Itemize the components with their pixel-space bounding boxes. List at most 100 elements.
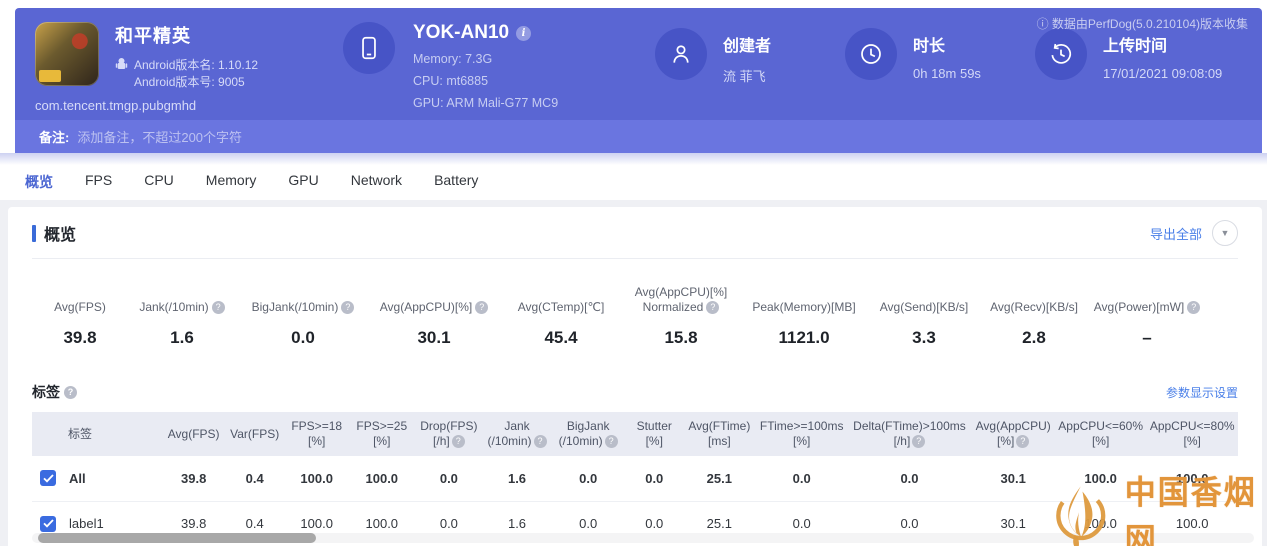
- table-row-all: All 39.8 0.4 100.0 100.0 0.0 1.6 0.0 0.0…: [32, 456, 1238, 501]
- person-icon: [655, 28, 707, 80]
- device-cpu: CPU: mt6885: [413, 74, 558, 88]
- metric-value: 15.8: [622, 328, 740, 348]
- row-checkbox[interactable]: [40, 470, 56, 486]
- upload-time-value: 17/01/2021 09:08:09: [1103, 66, 1222, 81]
- help-icon[interactable]: ?: [534, 435, 547, 448]
- phone-icon: [343, 22, 395, 74]
- clock-icon: [845, 28, 897, 80]
- tab-fps[interactable]: FPS: [85, 168, 112, 196]
- col-var-fps: Var(FPS): [225, 412, 284, 456]
- collect-note: ⓘ 数据由PerfDog(5.0.210104)版本收集: [1037, 15, 1248, 32]
- labels-table: 标签 Avg(FPS) Var(FPS) FPS>=18[%] FPS>=25[…: [32, 412, 1238, 546]
- help-icon[interactable]: ?: [64, 386, 77, 399]
- metric-avg-ctemp: Avg(CTemp)[℃] 45.4: [500, 285, 622, 348]
- help-icon[interactable]: ?: [475, 301, 488, 314]
- metric-value: 3.3: [868, 328, 980, 348]
- col-appcpu-le60: AppCPU<=60%[%]: [1055, 412, 1147, 456]
- android-icon: [115, 57, 128, 91]
- upload-time-info: 上传时间 17/01/2021 09:08:09: [1035, 28, 1267, 81]
- metric-avg-send: Avg(Send)[KB/s] 3.3: [868, 285, 980, 348]
- help-icon[interactable]: ?: [706, 301, 719, 314]
- metric-value: 30.1: [368, 328, 500, 348]
- table-header-row: 标签 Avg(FPS) Var(FPS) FPS>=18[%] FPS>=25[…: [32, 412, 1238, 456]
- metric-avg-appcpu: Avg(AppCPU)[%]? 30.1: [368, 285, 500, 348]
- android-version-name: Android版本名: 1.10.12: [134, 57, 258, 74]
- android-version-code: Android版本号: 9005: [134, 74, 258, 91]
- row-label: label1: [69, 516, 104, 531]
- help-icon[interactable]: ?: [912, 435, 925, 448]
- tab-battery[interactable]: Battery: [434, 168, 478, 196]
- tab-overview[interactable]: 概览: [25, 168, 53, 196]
- app-icon: [35, 22, 99, 86]
- row-checkbox[interactable]: [40, 516, 56, 532]
- metric-value: 1121.0: [740, 328, 868, 348]
- help-icon[interactable]: ?: [1016, 435, 1029, 448]
- app-info: 和平精英 Android版本名: 1.10.12 Android版本号: 900…: [35, 22, 325, 113]
- col-avg-appcpu: Avg(AppCPU)[%]?: [972, 412, 1055, 456]
- parameter-display-settings-link[interactable]: 参数显示设置: [1166, 384, 1238, 401]
- metric-bigjank: BigJank(/10min)? 0.0: [238, 285, 368, 348]
- remark-label: 备注:: [39, 127, 69, 146]
- device-model: YOK-AN10: [413, 22, 509, 44]
- tab-gpu[interactable]: GPU: [288, 168, 318, 196]
- help-icon[interactable]: ?: [1187, 301, 1200, 314]
- horizontal-scrollbar-track[interactable]: [32, 533, 1254, 543]
- tab-network[interactable]: Network: [351, 168, 402, 196]
- creator-value: 流 菲飞: [723, 66, 771, 85]
- metric-value: –: [1088, 328, 1206, 348]
- overview-section-title: 概览: [32, 221, 76, 245]
- overview-metrics: Avg(FPS) 39.8 Jank(/10min)? 1.6 BigJank(…: [32, 285, 1238, 348]
- metric-value: 39.8: [34, 328, 126, 348]
- col-delta-ftime: Delta(FTime)>100ms[/h]?: [847, 412, 971, 456]
- duration-label: 时长: [913, 32, 981, 56]
- metric-avg-fps: Avg(FPS) 39.8: [34, 285, 126, 348]
- remark-input[interactable]: 备注: 添加备注，不超过200个字符: [15, 120, 1262, 153]
- creator-info: 创建者 流 菲飞: [655, 28, 845, 85]
- help-icon[interactable]: ?: [452, 435, 465, 448]
- metric-peak-memory: Peak(Memory)[MB] 1121.0: [740, 285, 868, 348]
- col-appcpu-le80: AppCPU<=80%[%]: [1146, 412, 1238, 456]
- col-fps-ge18: FPS>=18[%]: [284, 412, 349, 456]
- info-circle-icon: ⓘ: [1037, 17, 1052, 31]
- metric-value: 0.0: [238, 328, 368, 348]
- metric-value: 2.8: [980, 328, 1088, 348]
- device-info-icon[interactable]: i: [516, 26, 531, 41]
- help-icon[interactable]: ?: [212, 301, 225, 314]
- col-avg-ftime: Avg(FTime)[ms]: [683, 412, 756, 456]
- report-tabs: 概览 FPS CPU Memory GPU Network Battery: [25, 168, 478, 196]
- device-info: YOK-AN10 i Memory: 7.3G CPU: mt6885 GPU:…: [343, 22, 655, 110]
- metric-value: 1.6: [126, 328, 238, 348]
- duration-info: 时长 0h 18m 59s: [845, 28, 1035, 81]
- help-icon[interactable]: ?: [341, 301, 354, 314]
- creator-label: 创建者: [723, 32, 771, 56]
- col-ftime-ge100: FTime>=100ms[%]: [756, 412, 848, 456]
- metric-avg-appcpu-normalized: Avg(AppCPU)[%] Normalized? 15.8: [622, 285, 740, 348]
- metric-jank: Jank(/10min)? 1.6: [126, 285, 238, 348]
- tab-memory[interactable]: Memory: [206, 168, 257, 196]
- section-divider: [32, 258, 1238, 259]
- col-drop-fps: Drop(FPS)[/h]?: [414, 412, 483, 456]
- metric-avg-power: Avg(Power)[mW]? –: [1088, 285, 1206, 348]
- report-header: ⓘ 数据由PerfDog(5.0.210104)版本收集 和平精英 Androi…: [15, 8, 1262, 120]
- col-fps-ge25: FPS>=25[%]: [349, 412, 414, 456]
- labels-section-title: 标签 ?: [32, 382, 77, 402]
- export-all-button[interactable]: 导出全部: [1150, 224, 1202, 243]
- col-bigjank: BigJank(/10min)?: [551, 412, 626, 456]
- history-clock-icon: [1035, 28, 1087, 80]
- device-memory: Memory: 7.3G: [413, 52, 558, 66]
- header-fade: [0, 153, 1267, 165]
- metric-value: 45.4: [500, 328, 622, 348]
- upload-time-label: 上传时间: [1103, 32, 1222, 56]
- help-icon[interactable]: ?: [605, 435, 618, 448]
- app-name: 和平精英: [115, 22, 258, 48]
- export-dropdown-button[interactable]: ▼: [1212, 220, 1238, 246]
- metric-avg-recv: Avg(Recv)[KB/s] 2.8: [980, 285, 1088, 348]
- remark-placeholder: 添加备注，不超过200个字符: [77, 127, 242, 146]
- perfdog-report-page: ⓘ 数据由PerfDog(5.0.210104)版本收集 和平精英 Androi…: [0, 0, 1267, 546]
- overview-card: 概览 导出全部 ▼ Avg(FPS) 39.8 Jank(/10min)? 1.…: [8, 207, 1262, 546]
- col-jank: Jank(/10min)?: [483, 412, 550, 456]
- horizontal-scrollbar-thumb[interactable]: [38, 533, 316, 543]
- tab-cpu[interactable]: CPU: [144, 168, 174, 196]
- device-gpu: GPU: ARM Mali-G77 MC9: [413, 96, 558, 110]
- row-label: All: [69, 471, 86, 486]
